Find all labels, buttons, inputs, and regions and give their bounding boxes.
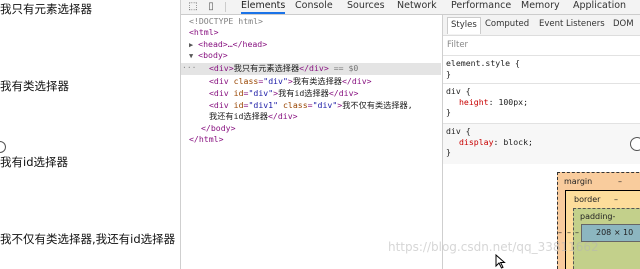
div1-text: 我只有元素选择器	[233, 63, 300, 73]
box-model-diagram: margin – border – padding- 208 × 10 – – …	[557, 172, 640, 269]
dom-html-close[interactable]: </html>	[189, 134, 224, 145]
head-collapsed-tag: <head>…</head>	[198, 39, 268, 49]
elements-dom-tree: ··· <!DOCTYPE html> <html> ▶ <head>…</he…	[181, 15, 441, 269]
styles-sidebar: Styles Computed Event Listeners DOM Filt…	[442, 15, 640, 269]
content-size: 208 × 10	[596, 228, 634, 237]
styles-sub-tab-bar: Styles Computed Event Listeners DOM	[443, 15, 640, 36]
declaration-value: 100px;	[498, 96, 529, 107]
rule-close-brace: }	[446, 147, 451, 157]
devtools-tab-bar: ⬚ ▯ Elements Console Sources Network Per…	[181, 0, 640, 15]
div3-id-value: div	[253, 88, 269, 98]
dom-div-id-class[interactable]: <div id="div1" class="div">我不仅有类选择器,	[209, 100, 413, 111]
div4-text-b: 我还有id选择器	[209, 111, 268, 121]
div4-id-value: div1	[253, 100, 274, 110]
html-close-tag: </html>	[189, 134, 224, 144]
padding-left-value[interactable]: –	[575, 228, 579, 237]
selected-node-marker: == $0	[333, 63, 359, 73]
declaration-property: display	[459, 136, 494, 147]
subtab-event-listeners[interactable]: Event Listeners	[539, 19, 605, 29]
style-rule-div-display: div { display: block; }	[443, 123, 640, 164]
rule-close-brace: }	[446, 107, 451, 117]
subtab-computed[interactable]: Computed	[485, 19, 529, 29]
node-actions-ellipsis[interactable]: ···	[182, 62, 196, 73]
body-close-tag: </body>	[201, 123, 236, 133]
border-top-value[interactable]: –	[614, 195, 618, 204]
toolbar-divider	[225, 2, 226, 12]
margin-top-value[interactable]: –	[618, 177, 622, 186]
tab-console[interactable]: Console	[295, 0, 333, 14]
margin-label: margin	[564, 177, 593, 186]
declaration-property: height	[459, 96, 489, 107]
tab-memory[interactable]: Memory	[521, 0, 560, 14]
padding-label: padding-	[580, 212, 616, 221]
style-rule-element: element.style { }	[443, 55, 640, 84]
dom-body-close[interactable]: </body>	[201, 123, 236, 134]
page-text-element-selector: 我只有元素选择器	[0, 2, 92, 16]
device-toolbar-icon[interactable]: ▯	[205, 1, 217, 13]
div4-text-a: 我不仅有类选择器,	[342, 100, 413, 110]
div3-text: 我有id选择器	[278, 88, 329, 98]
page-text-class-selector: 我有类选择器	[0, 79, 69, 93]
body-open-tag: <body>	[198, 50, 228, 60]
tab-sources[interactable]: Sources	[347, 0, 385, 14]
collapse-arrow-icon[interactable]: ▼	[189, 52, 193, 60]
style-declaration[interactable]: display: block;	[443, 137, 640, 148]
mouse-cursor-icon	[495, 254, 506, 269]
html-open-tag: <html>	[189, 27, 219, 37]
tab-performance[interactable]: Performance	[451, 0, 511, 14]
rendered-page: 我只有元素选择器 我有类选择器 我有id选择器 我不仅有类选择器,我还有id选择…	[0, 0, 180, 269]
div2-text: 我有类选择器	[292, 76, 342, 86]
div4-class-value: div	[317, 100, 333, 110]
box-model-content[interactable]: 208 × 10	[581, 224, 640, 242]
devtools-panel: ⬚ ▯ Elements Console Sources Network Per…	[180, 0, 640, 269]
rule-selector: div {	[446, 86, 471, 96]
dom-div-id[interactable]: <div id="div">我有id选择器</div>	[209, 88, 358, 99]
style-declaration[interactable]: height: 100px;	[443, 97, 640, 108]
tab-network[interactable]: Network	[397, 0, 437, 14]
rule-selector: element.style {	[446, 58, 520, 68]
dom-div-id-class-cont[interactable]: 我还有id选择器</div>	[209, 111, 298, 122]
div2-class-value: div	[268, 76, 283, 86]
dom-html-open[interactable]: <html>	[189, 27, 219, 38]
dom-div-class[interactable]: <div class="div">我有类选择器</div>	[209, 76, 372, 87]
declaration-value: block;	[503, 136, 533, 147]
tab-elements[interactable]: Elements	[241, 0, 286, 14]
subtab-styles[interactable]: Styles	[447, 17, 481, 34]
styles-filter-input[interactable]: Filter	[447, 40, 468, 50]
rule-selector: div {	[446, 126, 471, 136]
border-label: border	[574, 195, 601, 204]
page-text-class-and-id-selector: 我不仅有类选择器,我还有id选择器	[0, 232, 176, 246]
inspect-element-icon[interactable]: ⬚	[187, 1, 199, 13]
style-rule-div-height: div { height: 100px; }	[443, 83, 640, 124]
border-left-value[interactable]: –	[567, 228, 571, 237]
dom-doctype[interactable]: <!DOCTYPE html>	[189, 16, 263, 27]
panel-resize-handle[interactable]	[630, 137, 640, 151]
margin-left-value[interactable]: –	[558, 228, 562, 237]
dom-body-node[interactable]: ▼ <body>	[189, 50, 228, 62]
page-text-id-selector: 我有id选择器	[0, 155, 68, 169]
dom-div-selected[interactable]: <div>我只有元素选择器</div> == $0	[209, 63, 358, 74]
resize-handle[interactable]	[0, 141, 6, 153]
doctype-text: <!DOCTYPE html>	[189, 16, 263, 26]
rule-close-brace: }	[446, 68, 451, 79]
expand-arrow-icon[interactable]: ▶	[189, 41, 193, 49]
tab-application[interactable]: Application	[573, 0, 626, 14]
subtab-dom[interactable]: DOM	[613, 19, 634, 29]
